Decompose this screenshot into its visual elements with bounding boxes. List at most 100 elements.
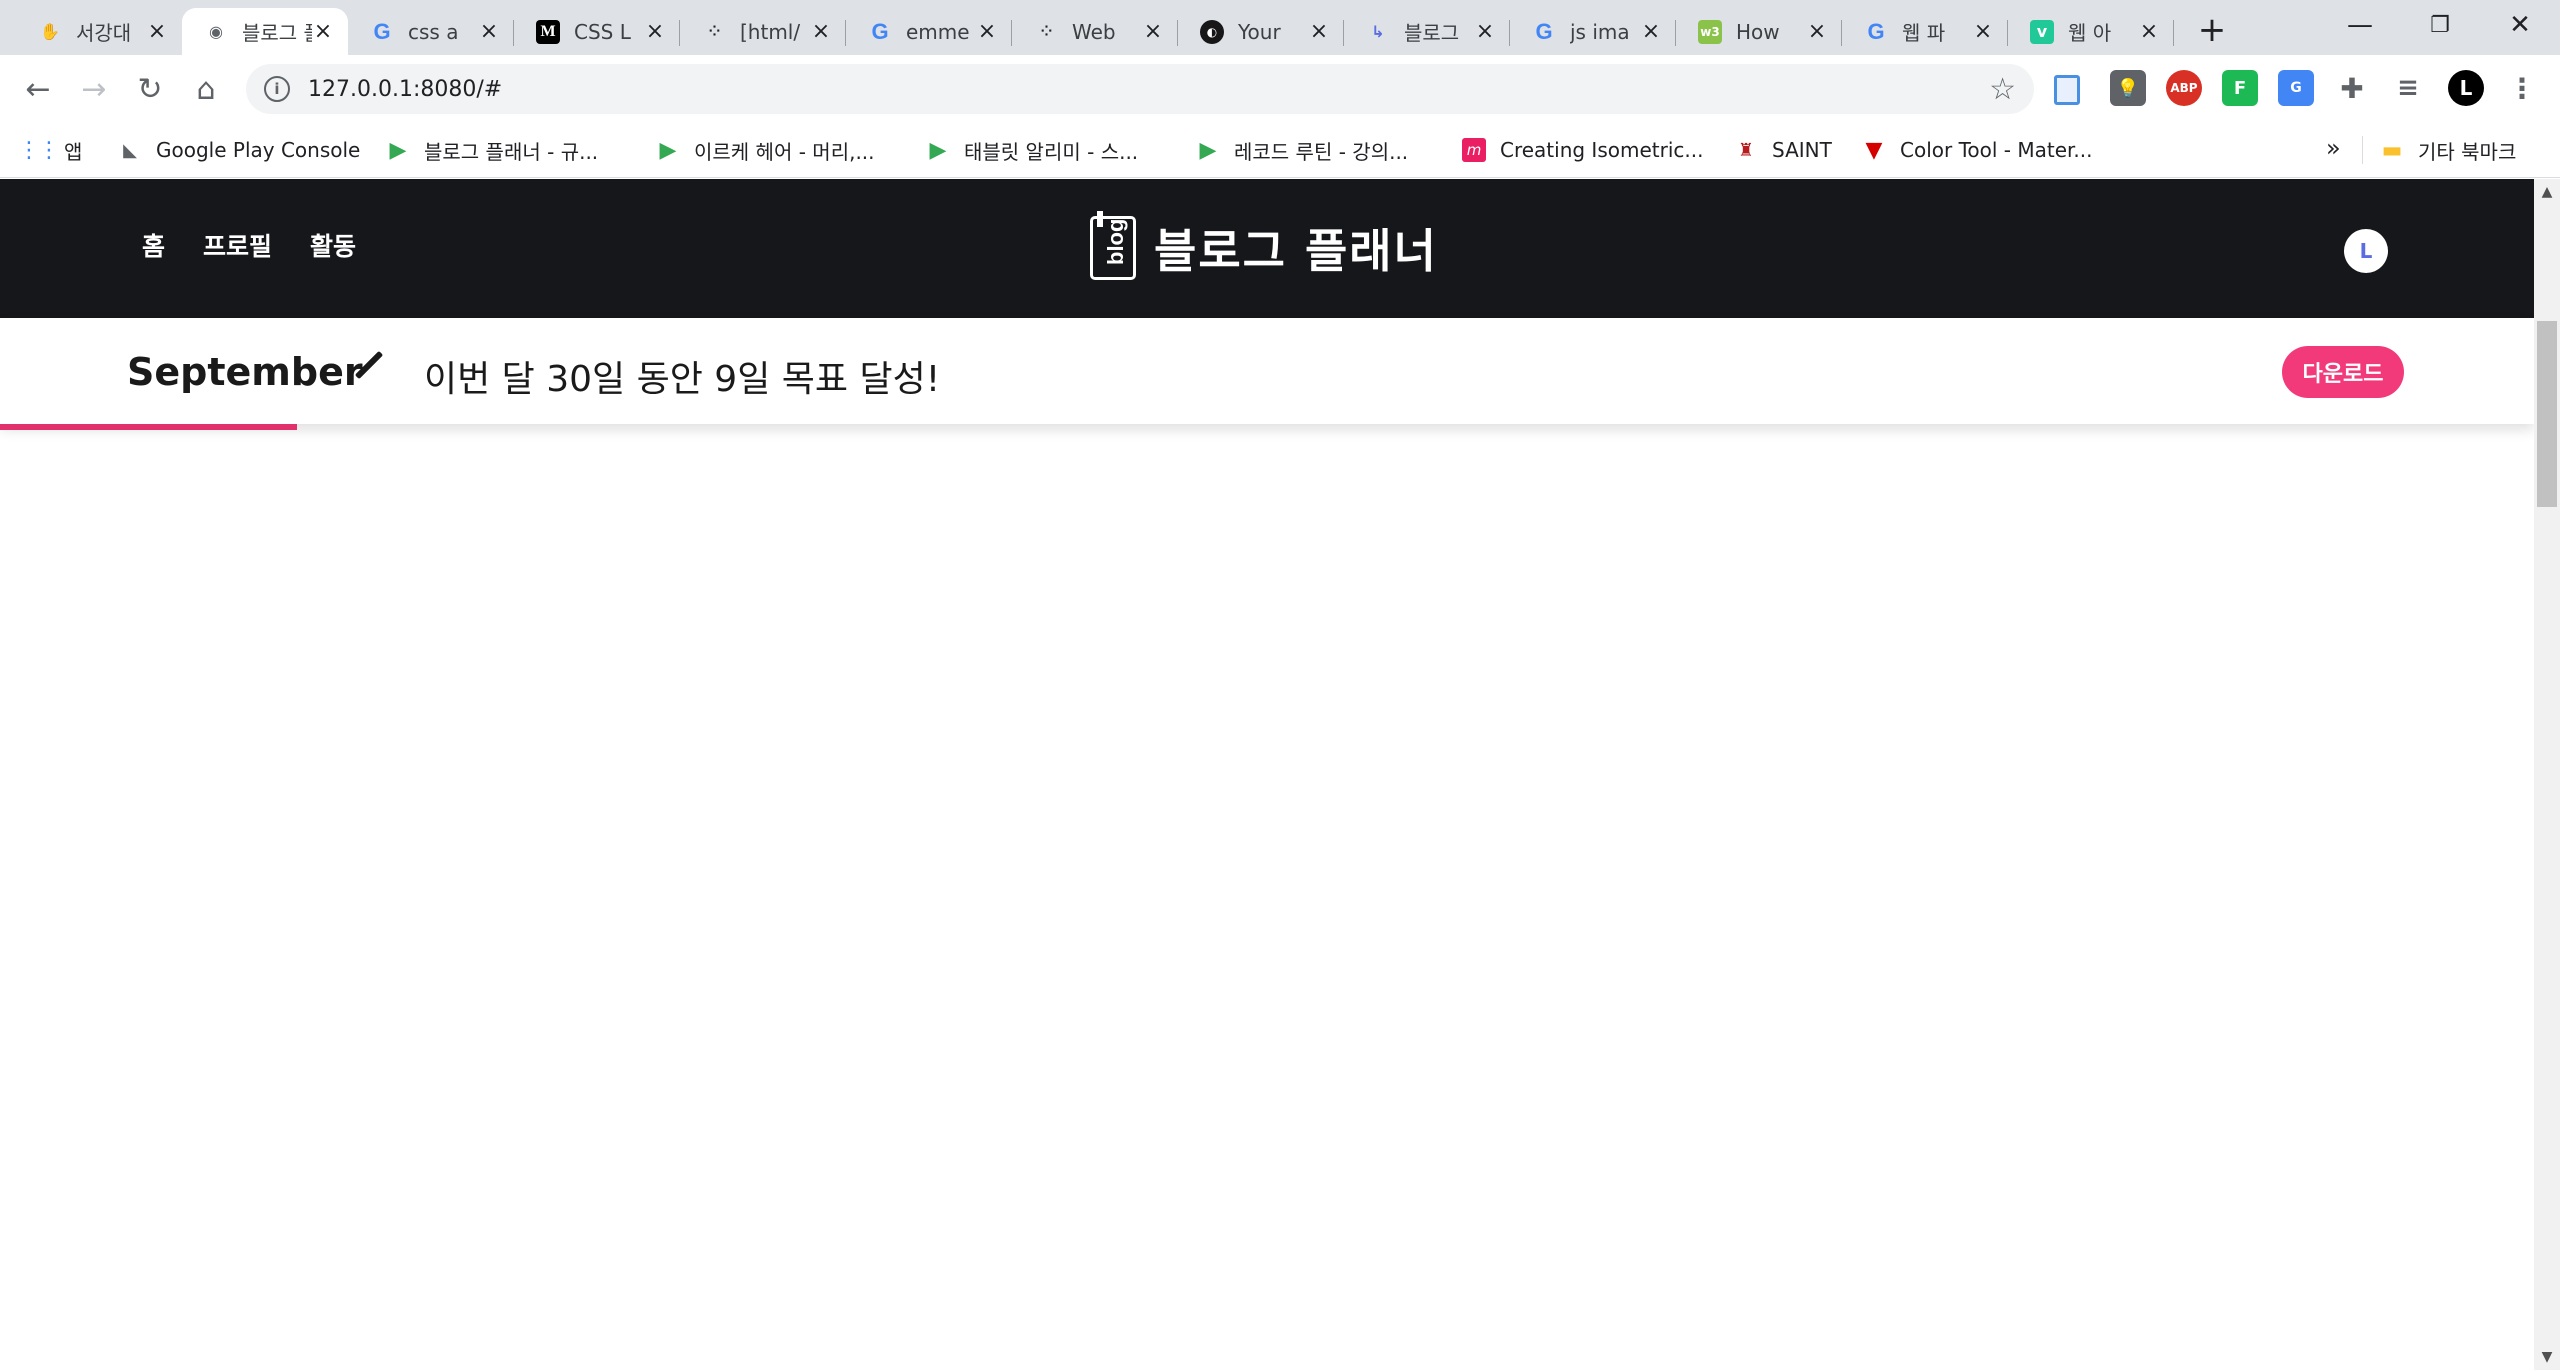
bookmark-item[interactable]: ▶ 블로그 플래너 - 규... [386,132,599,168]
browser-tab[interactable]: Gemme × [846,8,1012,55]
bookmark-label: Google Play Console [156,138,361,162]
browser-tab[interactable]: ⁘ [html/ × [680,8,846,55]
profile-avatar-icon[interactable]: L [2448,70,2484,106]
kebab-menu-icon[interactable]: ⋮ [2504,70,2540,106]
other-bookmarks-label: 기타 북마크 [2418,139,2517,164]
tab-title: 블로그 플래너 [242,21,312,45]
browser-tab[interactable]: G 웹 파 × [1842,8,2008,55]
github-icon: ◐ [1200,19,1224,44]
puzzle-extension-icon[interactable]: ✚ [2334,70,2370,106]
other-bookmarks-folder[interactable]: ▬ 기타 북마크 [2380,132,2517,168]
tab-close-icon[interactable]: × [312,19,334,44]
browser-tab[interactable]: ✋ 서강대 × [16,8,182,55]
play-store-icon: ▶ [1199,137,1217,163]
adblock-extension-icon[interactable]: ABP [2166,70,2202,106]
bookmark-item[interactable]: ▼ Color Tool - Mater... [1862,132,2093,168]
tab-title: How [1736,19,1780,44]
tab-close-icon[interactable]: × [644,19,666,44]
bookmark-item[interactable]: ▶ 태블릿 알리미 - 스... [926,132,1139,168]
bookmark-label: SAINT [1772,138,1832,162]
reload-button[interactable]: ↻ [128,67,172,111]
tab-close-icon[interactable]: × [1474,19,1496,44]
nav-home-link[interactable]: 홈 [142,227,165,263]
page-scrollbar[interactable]: ▲ ▼ [2534,179,2560,1370]
forward-button[interactable]: → [72,67,116,111]
bookmarks-divider [2362,136,2363,164]
site-logo[interactable]: blog 블로그 플래너 [1090,211,1438,281]
play-store-icon: ▶ [389,137,407,163]
reload-icon: ↻ [137,71,163,107]
doc-extension-icon[interactable] [2054,75,2080,105]
browser-tab[interactable]: w3 How × [1676,8,1842,55]
tab-title: js ima [1570,19,1630,44]
address-bar[interactable]: i 127.0.0.1:8080/# ☆ [246,64,2034,114]
feedly-extension-icon[interactable]: F [2222,70,2258,106]
tab-close-icon[interactable]: × [2138,19,2160,44]
site-info-icon[interactable]: i [264,76,290,102]
new-tab-button[interactable]: + [2192,10,2232,50]
tab-close-icon[interactable]: × [1806,19,1828,44]
browser-tab[interactable]: ◉ 블로그 플래너× [182,8,348,55]
browser-tab[interactable]: Gjs ima × [1510,8,1676,55]
google-icon: G [871,18,889,44]
tab-close-icon[interactable]: × [478,19,500,44]
bookmarks-bar: » ▬ 기타 북마크 ⋮⋮ 앱 ◣ Google Play Console ▶ 블로그 플… [0,122,2560,178]
bookmarks-overflow-button[interactable]: » [2326,134,2341,162]
browser-tab[interactable]: ↳ 블로그 × [1344,8,1510,55]
tab-close-icon[interactable]: × [1972,19,1994,44]
url-text[interactable]: 127.0.0.1:8080/# [308,77,502,102]
goal-status-text: 이번 달 30일 동안 9일 목표 달성! [424,359,941,400]
bookmark-item[interactable]: ▶ 레코드 루틴 - 강의... [1196,132,1409,168]
browser-tab[interactable]: v 웹 아 × [2008,8,2174,55]
browser-tab[interactable]: Gcss a × [348,8,514,55]
bookmark-star-icon[interactable]: ☆ [1989,72,2016,107]
bulb-extension-icon[interactable]: 💡 [2110,70,2146,106]
goal-progress-bar [0,424,2534,430]
bookmark-item[interactable]: ♜ SAINT [1734,132,1832,168]
restore-window-button[interactable]: ❐ [2400,0,2480,50]
bookmark-item[interactable]: m Creating Isometric... [1462,132,1703,168]
tab-title: css a [408,19,459,44]
medium-icon: M [536,19,560,44]
scroll-up-arrow-icon[interactable]: ▲ [2534,179,2560,205]
download-button[interactable]: 다운로드 [2282,346,2404,398]
google-icon: G [373,18,391,44]
minimize-window-button[interactable]: — [2320,0,2400,50]
profile-avatar-button[interactable]: L [2344,229,2388,273]
bookmark-label: 앱 [64,139,83,164]
bookmark-item[interactable]: ◣ Google Play Console [118,132,360,168]
tab-close-icon[interactable]: × [1142,19,1164,44]
blog-icon: ↳ [1371,22,1385,41]
blog-logo-icon: blog [1090,211,1136,280]
nav-activity-link[interactable]: 활동 [310,227,356,263]
scroll-down-arrow-icon[interactable]: ▼ [2534,1344,2560,1370]
bookmark-item[interactable]: ▶ 이르케 헤어 - 머리,... [656,132,875,168]
browser-tab-strip: ✋서강대×◉블로그 플래너×Gcss a×MCSS L×⁘[html/×Gemm… [0,0,2560,55]
tab-title: 서강대 [76,21,132,45]
google-icon: G [1535,18,1553,44]
site-nav: 홈 프로필 활동 [142,227,356,263]
folder-icon: ▬ [2381,137,2403,163]
browser-toolbar: ← → ↻ ⌂ i 127.0.0.1:8080/# ☆ 💡 ABP F G ✚ ≡ L ⋮ [0,55,2560,122]
bookmark-item[interactable]: ⋮⋮ 앱 [18,132,83,168]
back-arrow-icon: ← [25,71,51,107]
bookmark-label: 태블릿 알리미 - 스... [964,139,1139,164]
tab-close-icon[interactable]: × [146,19,168,44]
media-extension-icon[interactable]: ≡ [2390,70,2426,106]
tab-close-icon[interactable]: × [976,19,998,44]
tab-title: 블로그 [1404,21,1460,45]
tab-close-icon[interactable]: × [810,19,832,44]
translate-extension-icon[interactable]: G [2278,70,2314,106]
browser-tab[interactable]: M CSS L × [514,8,680,55]
browser-tab[interactable]: ◐ Your × [1178,8,1344,55]
globe-icon: ◉ [209,22,223,41]
close-window-button[interactable]: ✕ [2480,0,2560,50]
browser-tab[interactable]: ⁘ Web × [1012,8,1178,55]
tab-close-icon[interactable]: × [1640,19,1662,44]
scrollbar-thumb[interactable] [2537,321,2557,507]
back-button[interactable]: ← [16,67,60,111]
nav-profile-link[interactable]: 프로필 [203,227,272,263]
tab-title: CSS L [574,19,631,44]
tab-close-icon[interactable]: × [1308,19,1330,44]
home-button[interactable]: ⌂ [184,67,228,111]
